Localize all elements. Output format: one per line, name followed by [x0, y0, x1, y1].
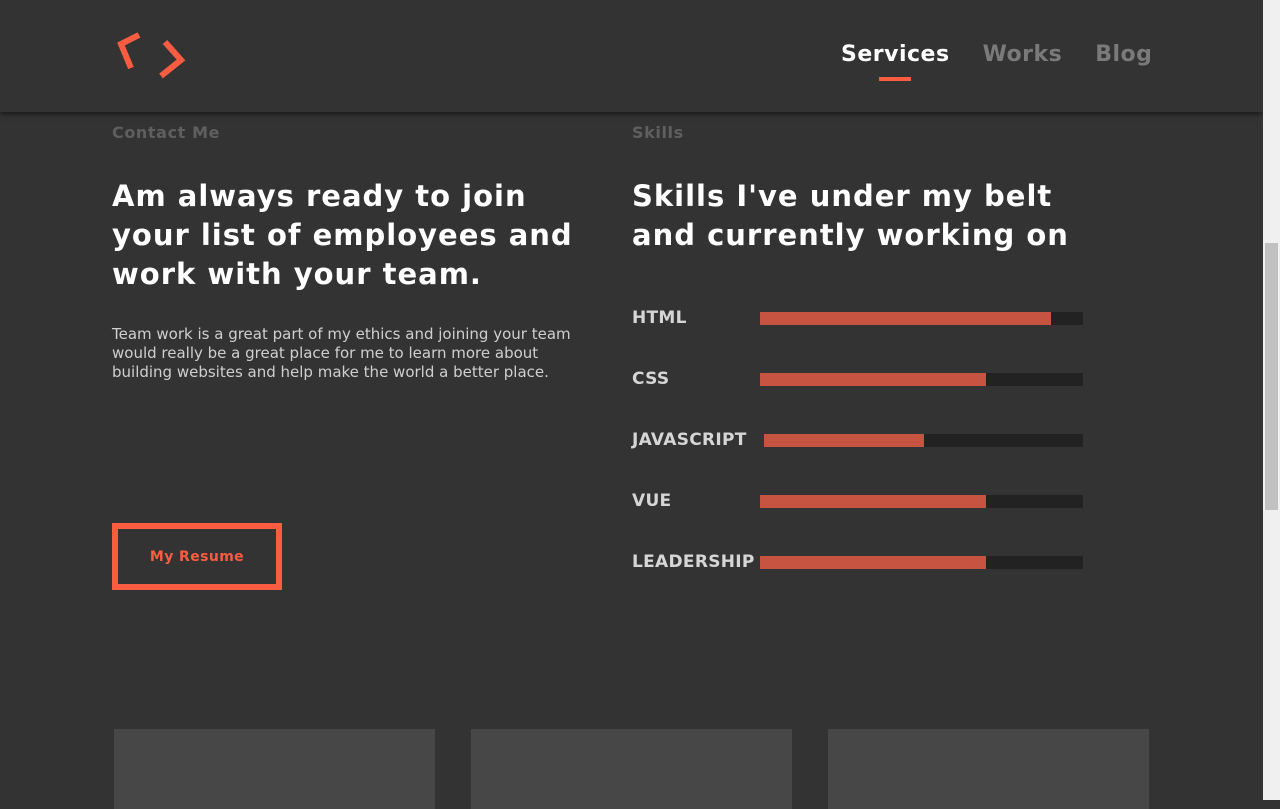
work-card[interactable]: [828, 729, 1149, 809]
skill-name: VUE: [632, 491, 672, 511]
nav-active-indicator: [879, 77, 912, 81]
skill-name: HTML: [632, 308, 687, 328]
resume-button[interactable]: My Resume: [112, 523, 282, 590]
skill-bar-track: [760, 373, 1083, 386]
skill-bar-track: [760, 556, 1083, 569]
skill-bar-track: [764, 434, 1083, 447]
nav-item-services[interactable]: Services: [841, 42, 950, 81]
nav-item-label: Services: [841, 42, 950, 67]
skill-name: JAVASCRIPT: [632, 430, 747, 450]
skill-bar-fill: [760, 373, 987, 386]
skill-bar-track: [760, 312, 1083, 325]
skill-name: CSS: [632, 369, 670, 389]
scrollbar-thumb[interactable]: [1265, 243, 1278, 510]
contact-body-text: Team work is a great part of my ethics a…: [112, 325, 571, 381]
skill-row-vue: VUE: [632, 488, 1092, 514]
skill-row-leadership: LEADERSHIP: [632, 549, 1092, 575]
skill-bar-track: [760, 495, 1083, 508]
contact-heading: Am always ready to join your list of emp…: [112, 179, 573, 291]
skill-bar-fill: [760, 556, 987, 569]
work-card[interactable]: [471, 729, 792, 809]
skill-row-css: CSS: [632, 366, 1092, 392]
skill-name: LEADERSHIP: [632, 552, 755, 572]
nav-item-label: Blog: [1095, 42, 1153, 67]
skill-row-html: HTML: [632, 305, 1092, 331]
skill-bar-fill: [764, 434, 924, 447]
code-brackets-logo-icon[interactable]: [117, 32, 187, 80]
skill-row-javascript: JAVASCRIPT: [632, 427, 1092, 453]
vertical-scrollbar[interactable]: [1263, 0, 1280, 800]
site-header: Services Works Blog: [0, 0, 1263, 112]
skills-heading: Skills I've under my belt and currently …: [632, 179, 1069, 252]
skill-bar-fill: [760, 312, 1051, 325]
skills-section-label: Skills: [632, 123, 684, 142]
main-nav: Services Works Blog: [841, 42, 1152, 81]
nav-item-works[interactable]: Works: [983, 42, 1063, 67]
nav-item-blog[interactable]: Blog: [1095, 42, 1152, 67]
contact-section-label: Contact Me: [112, 123, 221, 142]
work-card[interactable]: [114, 729, 435, 809]
skill-bar-fill: [760, 495, 987, 508]
nav-item-label: Works: [982, 42, 1063, 67]
